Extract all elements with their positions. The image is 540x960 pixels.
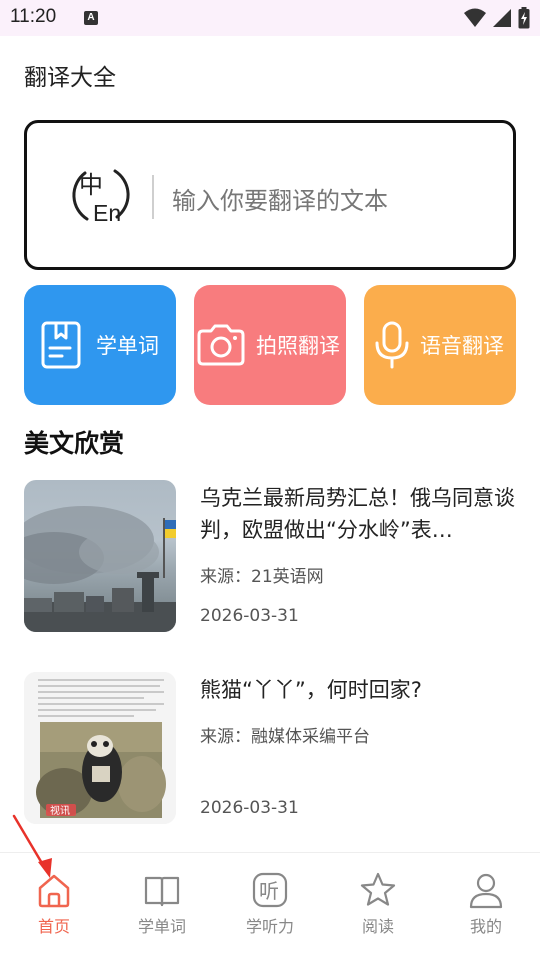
voice-translate-label: 语音翻译 (420, 334, 504, 358)
input-divider (152, 175, 154, 219)
zh-en-translate-icon: 中 En (72, 169, 130, 226)
status-time: 11:20 (10, 6, 57, 27)
article-date: 2026-03-31 (200, 798, 299, 818)
tab-learn-words-label: 学单词 (137, 917, 186, 936)
bottom-tab-bar: 首页 学单词 听 学听力 阅读 我的 (0, 852, 540, 960)
tab-listening-label: 学听力 (245, 917, 294, 936)
article-item[interactable]: 乌克兰最新局势汇总！俄乌同意谈判，欧盟做出“分水岭”表… 来源：21英语网 20… (24, 480, 516, 632)
zh-glyph: 中 (79, 171, 103, 199)
book-icon (144, 876, 180, 907)
learn-words-button[interactable]: 学单词 (24, 285, 176, 405)
translate-input-box[interactable]: 中 En 输入你要翻译的文本 (24, 120, 516, 270)
voice-translate-button[interactable]: 语音翻译 (364, 285, 516, 405)
camera-icon (197, 324, 245, 366)
microphone-icon (375, 321, 409, 369)
listen-glyph: 听 (259, 879, 279, 903)
signal-icon (493, 9, 511, 27)
article-title[interactable]: 乌克兰最新局势汇总！俄乌同意谈判，欧盟做出“分水岭”表… (200, 482, 516, 546)
article-thumbnail: 视讯 (24, 672, 176, 824)
wifi-icon (464, 8, 486, 27)
section-title: 美文欣赏 (24, 429, 125, 458)
article-title[interactable]: 熊猫“丫丫”，何时回家? (200, 674, 516, 706)
notification-a-icon: A (84, 11, 98, 25)
article-item[interactable]: 视讯 熊猫“丫丫”，何时回家? 来源：融媒体采编平台 2026-03-31 (24, 672, 516, 824)
listen-icon: 听 (252, 872, 288, 908)
status-icons (464, 7, 530, 29)
en-glyph: En (93, 200, 121, 226)
tab-learn-words[interactable]: 学单词 (122, 871, 202, 937)
learn-words-label: 学单词 (96, 334, 159, 358)
page-title: 翻译大全 (24, 65, 116, 91)
photo-translate-label: 拍照翻译 (256, 334, 340, 358)
annotation-arrow-icon (12, 814, 52, 878)
tab-mine-label: 我的 (469, 917, 502, 936)
article-source: 来源：21英语网 (200, 567, 324, 587)
tab-reading-label: 阅读 (361, 917, 394, 936)
article-thumbnail (24, 480, 176, 632)
panda-image: 视讯 (24, 672, 176, 824)
notebook-icon (41, 321, 81, 369)
user-icon (469, 873, 503, 909)
tab-mine[interactable]: 我的 (446, 871, 526, 937)
tab-reading[interactable]: 阅读 (338, 871, 418, 937)
star-icon (360, 872, 396, 906)
tab-home-label: 首页 (37, 917, 70, 936)
tab-listening[interactable]: 听 学听力 (230, 871, 310, 937)
article-source: 来源：融媒体采编平台 (200, 727, 370, 747)
photo-translate-button[interactable]: 拍照翻译 (194, 285, 346, 405)
battery-icon (518, 7, 530, 29)
status-bar: 11:20 A (0, 0, 540, 36)
city-smoke-image (24, 506, 176, 632)
translate-input-placeholder[interactable]: 输入你要翻译的文本 (172, 181, 388, 216)
article-date: 2026-03-31 (200, 606, 299, 626)
